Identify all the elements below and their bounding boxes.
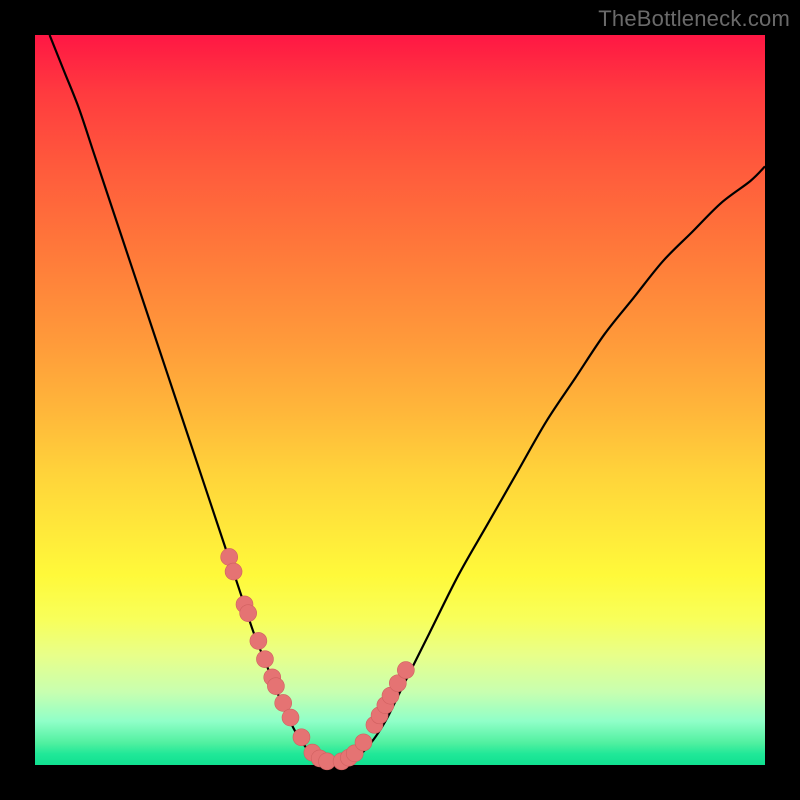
- marker-dots: [221, 548, 415, 769]
- chart-svg: [0, 0, 800, 800]
- marker-dot: [355, 734, 372, 751]
- marker-dot: [267, 678, 284, 695]
- marker-dot: [240, 605, 257, 622]
- marker-dot: [225, 563, 242, 580]
- marker-dot: [293, 729, 310, 746]
- marker-dot: [397, 662, 414, 679]
- bottleneck-curve: [50, 35, 765, 762]
- marker-dot: [250, 632, 267, 649]
- bottleneck-curve-path: [50, 35, 765, 762]
- marker-dot: [282, 709, 299, 726]
- marker-dot: [256, 651, 273, 668]
